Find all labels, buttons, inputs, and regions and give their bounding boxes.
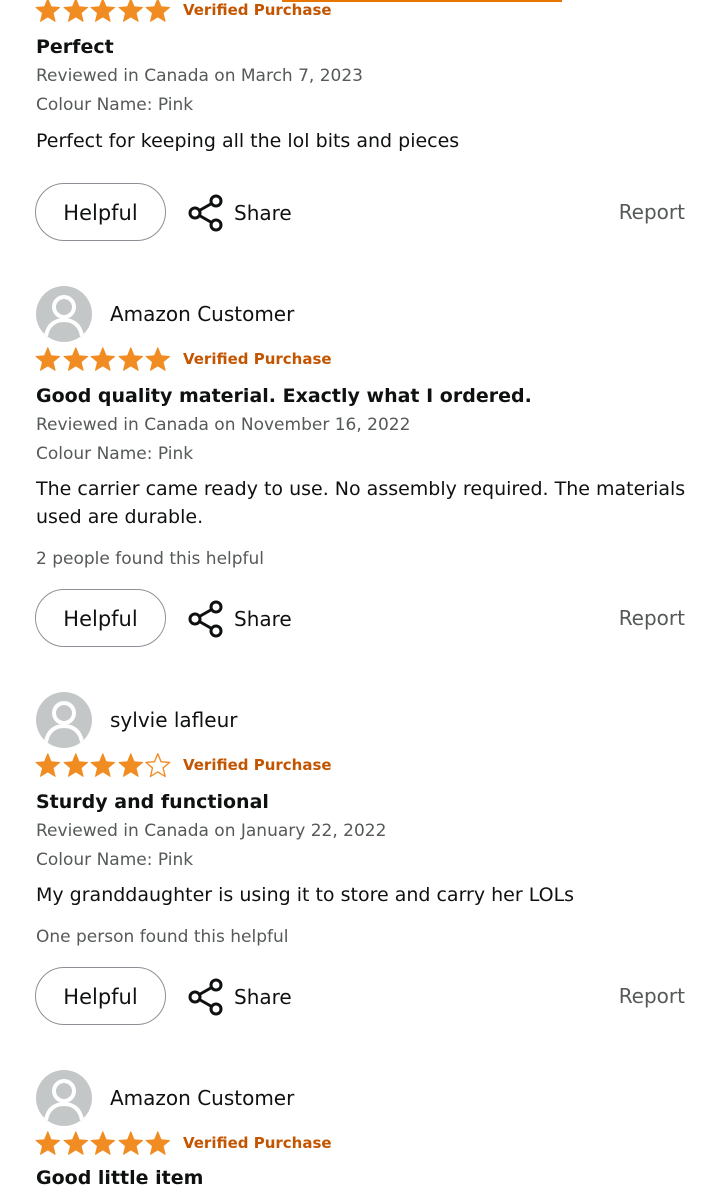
star-filled-icon bbox=[35, 347, 61, 371]
review-date: Reviewed in Canada on March 7, 2023 bbox=[36, 66, 363, 86]
helpful-button[interactable]: Helpful bbox=[35, 183, 166, 241]
rating-row: Verified Purchase bbox=[34, 0, 332, 23]
star-filled-icon bbox=[145, 347, 171, 371]
share-label: Share bbox=[234, 201, 292, 225]
star-filled-icon bbox=[118, 1131, 143, 1155]
report-link[interactable]: Report bbox=[619, 606, 685, 630]
share-button[interactable]: Share bbox=[188, 977, 292, 1017]
star-filled-icon bbox=[35, 0, 61, 22]
star-rating bbox=[34, 1130, 172, 1156]
reviewer-name: Amazon Customer bbox=[110, 302, 295, 326]
report-link[interactable]: Report bbox=[619, 200, 685, 224]
star-filled-icon bbox=[35, 753, 61, 777]
share-icon bbox=[188, 600, 223, 638]
verified-purchase-badge: Verified Purchase bbox=[182, 350, 332, 368]
review-title[interactable]: Sturdy and functional bbox=[36, 791, 269, 813]
star-filled-icon bbox=[90, 753, 116, 777]
user-silhouette-icon bbox=[44, 1079, 84, 1121]
star-filled-icon bbox=[118, 0, 143, 22]
rating-row: Verified Purchase bbox=[34, 752, 332, 778]
star-filled-icon bbox=[63, 0, 88, 22]
reviewer-name: sylvie lafleur bbox=[110, 708, 238, 732]
report-link[interactable]: Report bbox=[619, 984, 685, 1008]
avatar bbox=[36, 1070, 92, 1126]
star-filled-icon bbox=[145, 0, 171, 22]
colour-name: Colour Name: Pink bbox=[36, 95, 194, 115]
review-actions: Helpful Share Report bbox=[0, 589, 720, 649]
rating-row: Verified Purchase bbox=[34, 346, 332, 372]
avatar bbox=[36, 692, 92, 748]
star-filled-icon bbox=[35, 1131, 61, 1155]
star-filled-icon bbox=[118, 347, 143, 371]
star-outline-icon bbox=[145, 753, 171, 778]
review-body: My granddaughter is using it to store an… bbox=[36, 884, 575, 906]
star-rating bbox=[34, 0, 172, 23]
share-icon bbox=[188, 978, 223, 1016]
review-title[interactable]: Good little item bbox=[36, 1167, 203, 1189]
review-body: Perfect for keeping all the lol bits and… bbox=[36, 130, 460, 152]
review-date: Reviewed in Canada on November 16, 2022 bbox=[36, 415, 411, 435]
star-filled-icon bbox=[63, 1131, 88, 1155]
star-rating bbox=[34, 752, 172, 778]
reviewer-profile[interactable]: Amazon Customer bbox=[36, 1070, 294, 1126]
review-title[interactable]: Perfect bbox=[36, 36, 114, 58]
star-filled-icon bbox=[90, 1131, 116, 1155]
star-filled-icon bbox=[90, 347, 116, 371]
colour-name: Colour Name: Pink bbox=[36, 850, 194, 870]
helpful-count: 2 people found this helpful bbox=[36, 549, 265, 569]
helpful-button[interactable]: Helpful bbox=[35, 967, 166, 1025]
star-filled-icon bbox=[63, 347, 88, 371]
rating-row: Verified Purchase bbox=[34, 1130, 332, 1156]
star-filled-icon bbox=[63, 753, 88, 777]
review-date: Reviewed in Canada on January 22, 2022 bbox=[36, 821, 387, 841]
review-body: The carrier came ready to use. No assemb… bbox=[36, 478, 686, 528]
reviewer-profile[interactable]: sylvie lafleur bbox=[36, 692, 237, 748]
share-button[interactable]: Share bbox=[188, 193, 292, 233]
share-icon bbox=[188, 194, 223, 232]
star-rating bbox=[34, 346, 172, 372]
verified-purchase-badge: Verified Purchase bbox=[182, 1134, 332, 1152]
helpful-count: One person found this helpful bbox=[36, 927, 289, 947]
star-filled-icon bbox=[145, 1131, 171, 1155]
review-title[interactable]: Good quality material. Exactly what I or… bbox=[36, 385, 532, 407]
colour-name: Colour Name: Pink bbox=[36, 444, 194, 464]
avatar bbox=[36, 286, 92, 342]
star-filled-icon bbox=[118, 753, 143, 777]
star-filled-icon bbox=[90, 0, 116, 22]
verified-purchase-badge: Verified Purchase bbox=[182, 756, 332, 774]
verified-purchase-badge: Verified Purchase bbox=[182, 1, 332, 19]
review-actions: Helpful Share Report bbox=[0, 967, 720, 1027]
share-label: Share bbox=[234, 985, 292, 1009]
share-button[interactable]: Share bbox=[188, 599, 292, 639]
user-silhouette-icon bbox=[44, 701, 84, 743]
user-silhouette-icon bbox=[44, 295, 84, 337]
review-actions: Helpful Share Report bbox=[0, 183, 720, 243]
helpful-button[interactable]: Helpful bbox=[35, 589, 166, 647]
reviewer-name: Amazon Customer bbox=[110, 1086, 295, 1110]
share-label: Share bbox=[234, 607, 292, 631]
reviewer-profile[interactable]: Amazon Customer bbox=[36, 286, 294, 342]
